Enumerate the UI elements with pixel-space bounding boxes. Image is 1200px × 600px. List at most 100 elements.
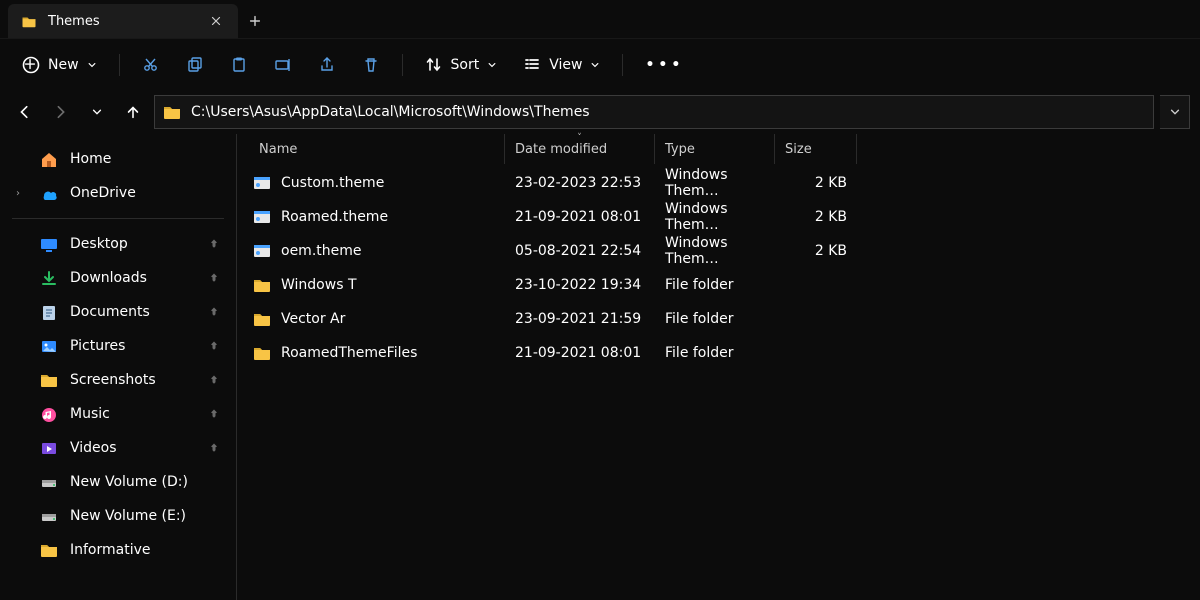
file-size: 2 KB	[775, 175, 857, 191]
tab-active[interactable]: Themes	[8, 4, 238, 38]
column-name[interactable]: Name	[237, 134, 505, 164]
column-headers: Name ˅Date modified Type Size	[237, 134, 1200, 164]
sidebar-item-label: Desktop	[70, 236, 196, 252]
column-spacer	[857, 134, 1200, 164]
column-date[interactable]: ˅Date modified	[505, 134, 655, 164]
sidebar-item-music[interactable]: Music	[6, 397, 230, 431]
file-row[interactable]: Vector Ar 23-09-2021 21:59 File folder	[237, 302, 1200, 336]
file-row[interactable]: RoamedThemeFiles 21-09-2021 08:01 File f…	[237, 336, 1200, 370]
titlebar: Themes	[0, 0, 1200, 38]
view-icon	[523, 56, 541, 74]
file-name-cell: RoamedThemeFiles	[237, 345, 505, 361]
folder-icon	[40, 542, 58, 558]
address-bar[interactable]	[154, 95, 1154, 129]
sidebar-item-pictures[interactable]: Pictures	[6, 329, 230, 363]
file-row[interactable]: Roamed.theme 21-09-2021 08:01 Windows Th…	[237, 200, 1200, 234]
delete-icon	[362, 56, 380, 74]
tab-close-button[interactable]	[204, 9, 228, 33]
new-tab-button[interactable]	[238, 4, 272, 38]
content-pane: Name ˅Date modified Type Size Custom.the…	[236, 134, 1200, 600]
new-button[interactable]: New	[12, 47, 107, 83]
column-name-label: Name	[259, 142, 297, 157]
sidebar-item-videos[interactable]: Videos	[6, 431, 230, 465]
sort-indicator-icon: ˅	[577, 133, 582, 143]
rename-button[interactable]	[264, 47, 302, 83]
forward-button[interactable]	[46, 97, 76, 127]
file-name-cell: Roamed.theme	[237, 209, 505, 225]
pin-icon	[208, 374, 220, 386]
sort-button[interactable]: Sort	[415, 47, 508, 83]
file-row[interactable]: Windows T 23-10-2022 19:34 File folder	[237, 268, 1200, 302]
file-date: 05-08-2021 22:54	[505, 243, 655, 259]
theme-icon	[253, 243, 271, 259]
chevron-down-icon	[487, 60, 497, 70]
file-date: 23-02-2023 22:53	[505, 175, 655, 191]
sidebar-item-label: Screenshots	[70, 372, 196, 388]
onedrive-icon	[40, 185, 58, 201]
copy-icon	[186, 56, 204, 74]
sidebar-item-new-volume-d-[interactable]: New Volume (D:)	[6, 465, 230, 499]
sidebar-item-onedrive[interactable]: › OneDrive	[6, 176, 230, 210]
pin-icon	[208, 340, 220, 352]
column-type-label: Type	[665, 142, 695, 157]
file-name: Vector Ar	[281, 311, 345, 327]
sidebar-item-informative[interactable]: Informative	[6, 533, 230, 567]
sidebar-item-documents[interactable]: Documents	[6, 295, 230, 329]
recent-button[interactable]	[82, 97, 112, 127]
sidebar-item-label: Music	[70, 406, 196, 422]
pin-icon	[208, 272, 220, 284]
back-button[interactable]	[10, 97, 40, 127]
chevron-down-icon	[590, 60, 600, 70]
sidebar-item-home[interactable]: Home	[6, 142, 230, 176]
videos-icon	[40, 440, 58, 456]
sidebar-item-downloads[interactable]: Downloads	[6, 261, 230, 295]
file-date: 21-09-2021 08:01	[505, 345, 655, 361]
address-history-button[interactable]	[1160, 95, 1190, 129]
file-name: Roamed.theme	[281, 209, 388, 225]
folder-icon	[253, 277, 271, 293]
address-input[interactable]	[189, 103, 1145, 121]
folder-icon	[40, 372, 58, 388]
file-name: RoamedThemeFiles	[281, 345, 417, 361]
forward-icon	[53, 104, 69, 120]
file-row[interactable]: Custom.theme 23-02-2023 22:53 Windows Th…	[237, 166, 1200, 200]
delete-button[interactable]	[352, 47, 390, 83]
file-list: Custom.theme 23-02-2023 22:53 Windows Th…	[237, 164, 1200, 370]
home-icon	[40, 151, 58, 167]
copy-button[interactable]	[176, 47, 214, 83]
sidebar-item-screenshots[interactable]: Screenshots	[6, 363, 230, 397]
more-button[interactable]: •••	[635, 47, 694, 83]
sidebar-item-new-volume-e-[interactable]: New Volume (E:)	[6, 499, 230, 533]
sidebar-item-label: Documents	[70, 304, 196, 320]
pin-icon	[208, 238, 220, 250]
folder-icon	[20, 15, 38, 28]
file-name-cell: Custom.theme	[237, 175, 505, 191]
share-icon	[318, 56, 336, 74]
music-icon	[40, 406, 58, 422]
file-name: Windows T	[281, 277, 357, 293]
file-type: Windows Them…	[655, 235, 775, 267]
file-row[interactable]: oem.theme 05-08-2021 22:54 Windows Them……	[237, 234, 1200, 268]
folder-icon	[253, 311, 271, 327]
file-type: File folder	[655, 277, 775, 293]
back-icon	[17, 104, 33, 120]
sidebar-divider	[12, 218, 224, 219]
up-icon	[125, 104, 141, 120]
column-size-label: Size	[785, 142, 812, 157]
toolbar-separator	[622, 54, 623, 76]
sidebar-item-label: New Volume (D:)	[70, 474, 220, 490]
chevron-down-icon	[87, 60, 97, 70]
view-button[interactable]: View	[513, 47, 610, 83]
paste-button[interactable]	[220, 47, 258, 83]
sidebar-item-desktop[interactable]: Desktop	[6, 227, 230, 261]
rename-icon	[274, 56, 292, 74]
more-icon: •••	[645, 57, 684, 73]
file-name-cell: Windows T	[237, 277, 505, 293]
cut-button[interactable]	[132, 47, 170, 83]
view-label: View	[549, 57, 582, 73]
column-type[interactable]: Type	[655, 134, 775, 164]
share-button[interactable]	[308, 47, 346, 83]
column-size[interactable]: Size	[775, 134, 857, 164]
sidebar: Home › OneDrive Desktop Downloads Docume…	[0, 134, 236, 600]
up-button[interactable]	[118, 97, 148, 127]
